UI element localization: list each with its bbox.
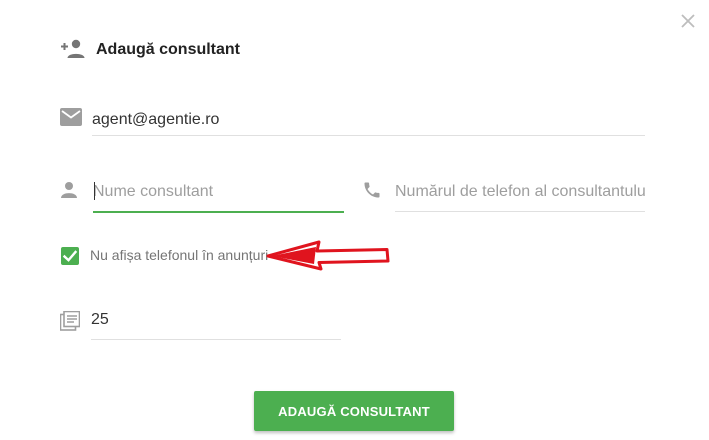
annotation-arrow	[266, 240, 390, 271]
email-field[interactable]	[92, 106, 645, 136]
hide-phone-label[interactable]: Nu afișa telefonul în anunțuri	[90, 247, 268, 263]
name-field[interactable]	[93, 177, 344, 213]
dialog-title: Adaugă consultant	[96, 41, 241, 58]
listings-icon	[60, 311, 80, 331]
phone-underline	[395, 211, 645, 212]
phone-field[interactable]	[395, 177, 645, 212]
name-underline	[93, 211, 344, 213]
person-icon	[61, 182, 77, 198]
email-underline	[92, 135, 645, 136]
email-input[interactable]	[92, 106, 645, 134]
listings-underline	[91, 339, 341, 340]
person-add-icon	[61, 39, 85, 58]
phone-icon	[364, 182, 380, 198]
listings-field[interactable]	[91, 306, 341, 340]
mail-icon	[60, 108, 82, 126]
add-consultant-button[interactable]: ADAUGĂ CONSULTANT	[254, 391, 454, 431]
phone-input[interactable]	[395, 178, 645, 206]
name-input[interactable]	[93, 178, 344, 206]
hide-phone-checkbox[interactable]	[61, 247, 79, 265]
listings-input[interactable]	[91, 306, 341, 334]
close-icon[interactable]	[678, 11, 698, 31]
text-caret	[94, 182, 95, 200]
